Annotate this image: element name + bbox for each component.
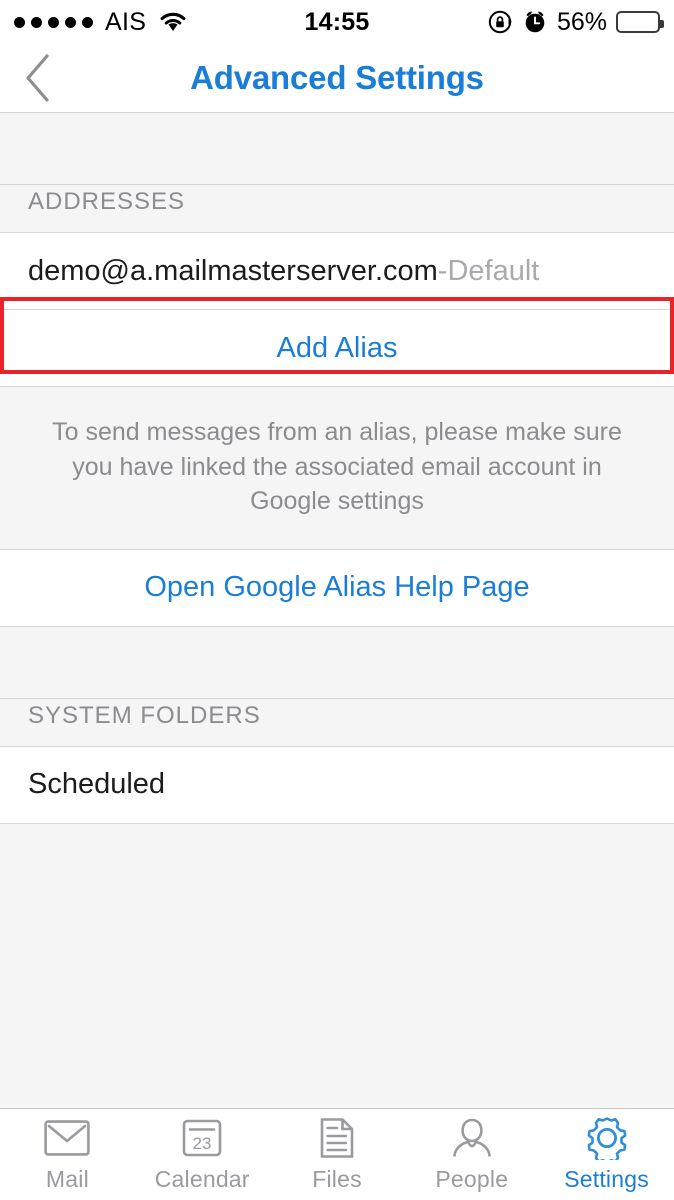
document-icon [319, 1116, 355, 1160]
calendar-day-number: 23 [193, 1134, 212, 1153]
tab-settings[interactable]: Settings [539, 1109, 674, 1200]
alarm-clock-icon [522, 9, 548, 35]
tab-files[interactable]: Files [270, 1109, 405, 1200]
address-default-tag: Default [447, 254, 540, 287]
back-button[interactable] [10, 50, 66, 106]
section-spacer-system-folders [0, 626, 674, 699]
section-spacer-addresses [0, 113, 674, 185]
add-alias-label: Add Alias [276, 331, 398, 364]
address-email: demo@a.mailmasterserver.com [28, 254, 438, 287]
address-dash: - [437, 254, 448, 287]
navigation-bar: Advanced Settings [0, 44, 674, 113]
person-icon [451, 1116, 493, 1160]
tab-calendar[interactable]: 23 Calendar [135, 1109, 270, 1200]
tab-label-calendar: Calendar [154, 1166, 250, 1192]
page-title: Advanced Settings [190, 59, 484, 96]
section-header-system-folders: SYSTEM FOLDERS [0, 698, 674, 747]
status-bar-right: 56% [337, 7, 664, 37]
gear-icon [585, 1116, 629, 1160]
calendar-icon: 23 [182, 1116, 222, 1160]
phone-screen: mail master [0, 0, 674, 1200]
chevron-left-icon [21, 52, 55, 104]
envelope-icon [44, 1116, 91, 1160]
table-row-scheduled[interactable]: Scheduled [0, 746, 674, 824]
scheduled-label: Scheduled [28, 768, 166, 800]
rotation-lock-icon [487, 9, 513, 35]
status-bar: AIS 14:55 56% [0, 0, 674, 44]
section-header-addresses: ADDRESSES [0, 185, 674, 233]
alias-footnote-text: To send messages from an alias, please m… [0, 387, 674, 550]
tab-people[interactable]: People [404, 1109, 539, 1200]
tab-mail[interactable]: Mail [0, 1109, 135, 1200]
bottom-tab-bar: Mail 23 Calendar Files People Settings [0, 1108, 674, 1200]
tab-label-settings: Settings [564, 1166, 649, 1192]
open-google-alias-help-page-button[interactable]: Open Google Alias Help Page [0, 549, 674, 627]
tab-label-files: Files [312, 1166, 362, 1192]
google-help-link-label: Open Google Alias Help Page [144, 571, 530, 603]
battery-icon [616, 11, 664, 33]
table-row-default-address[interactable]: demo@a.mailmasterserver.com - Default [0, 233, 674, 310]
add-alias-button[interactable]: Add Alias [0, 310, 674, 387]
empty-list-area [0, 823, 674, 1147]
settings-list: ADDRESSES demo@a.mailmasterserver.com - … [0, 113, 674, 1147]
tab-label-mail: Mail [45, 1166, 89, 1192]
battery-percentage: 56% [556, 7, 607, 36]
tab-label-people: People [435, 1166, 509, 1192]
